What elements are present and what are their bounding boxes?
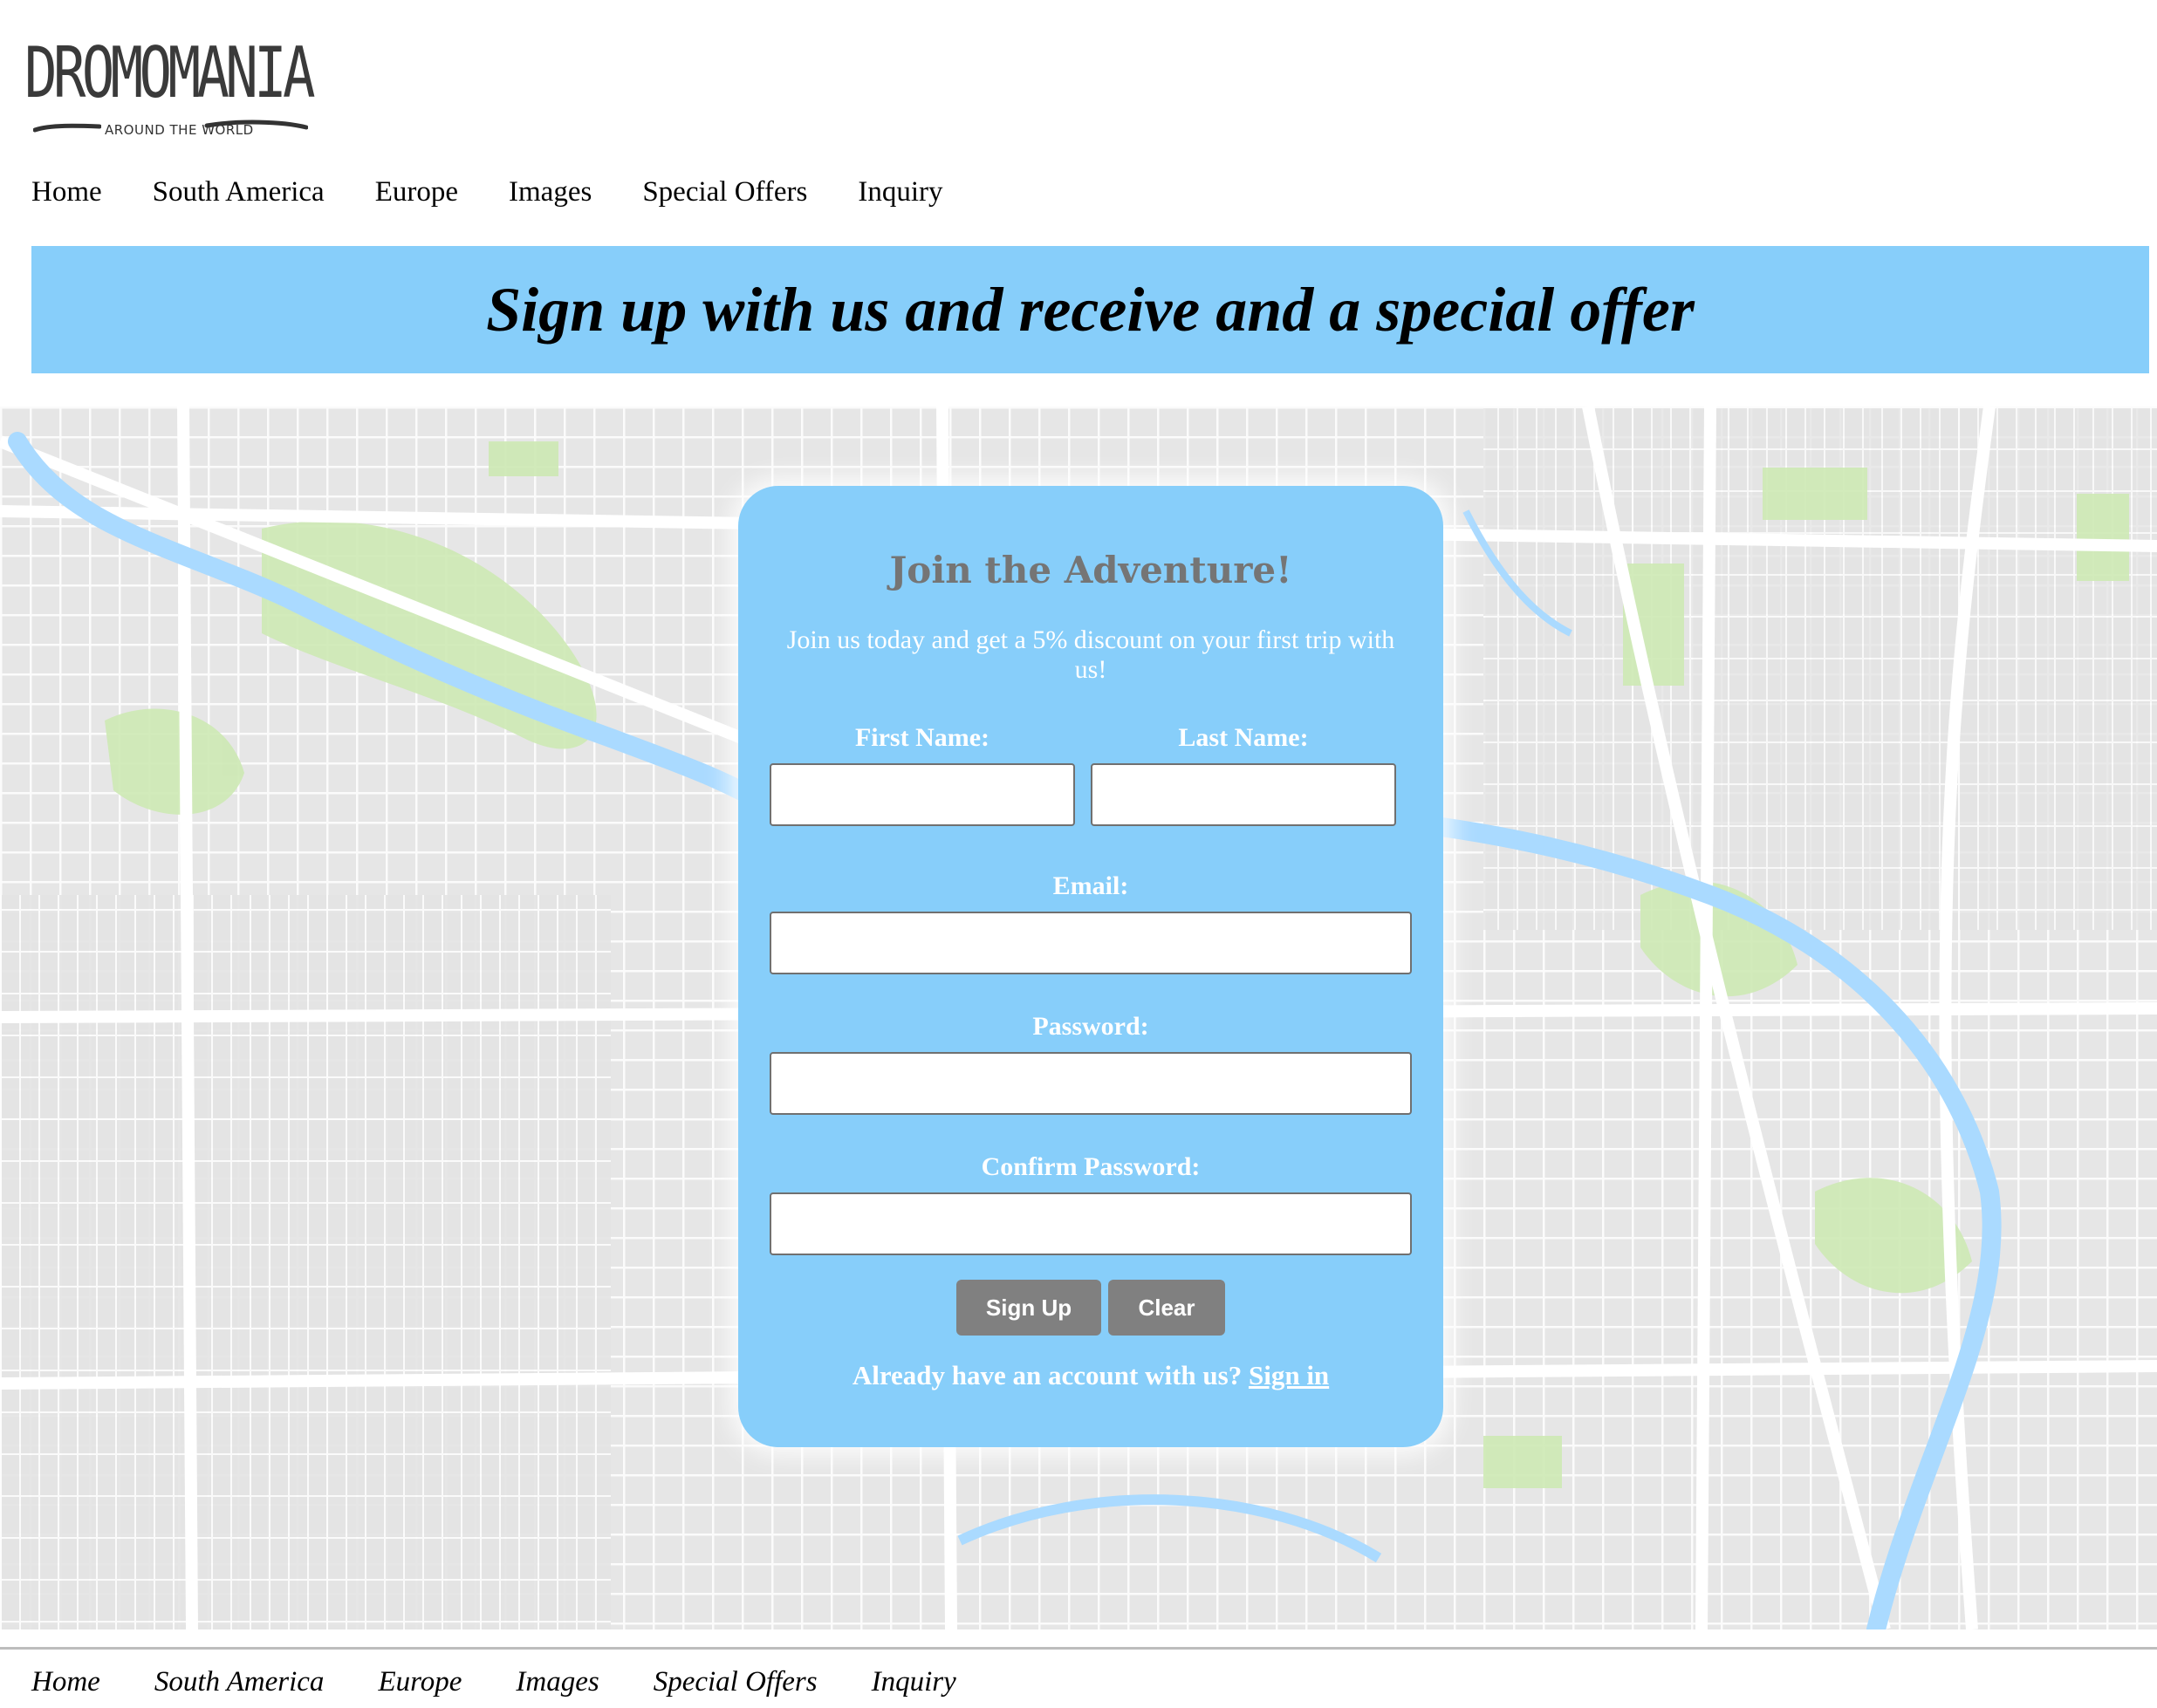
account-prompt-text: Already have an account with us? bbox=[852, 1360, 1243, 1390]
sign-up-button[interactable]: Sign Up bbox=[956, 1280, 1101, 1336]
main-nav: Home South America Europe Images Special… bbox=[31, 176, 994, 208]
confirm-password-field[interactable] bbox=[770, 1192, 1412, 1255]
password-field[interactable] bbox=[770, 1052, 1412, 1115]
first-name-field[interactable] bbox=[770, 763, 1075, 826]
nav-images[interactable]: Images bbox=[509, 176, 592, 208]
nav-inquiry[interactable]: Inquiry bbox=[858, 176, 942, 208]
footer-nav-south-america[interactable]: South America bbox=[154, 1666, 325, 1698]
email-field[interactable] bbox=[770, 912, 1412, 974]
footer-nav-special-offers[interactable]: Special Offers bbox=[654, 1666, 818, 1698]
clear-button[interactable]: Clear bbox=[1108, 1280, 1225, 1336]
site-logo[interactable]: DROMOMANIA AROUND THE WORLD bbox=[24, 31, 316, 149]
logo-wordmark: DROMOMANIA bbox=[24, 32, 316, 113]
footer-nav-europe[interactable]: Europe bbox=[378, 1666, 462, 1698]
logo-brush-stroke-right bbox=[204, 120, 308, 130]
nav-europe[interactable]: Europe bbox=[375, 176, 458, 208]
first-name-label: First Name: bbox=[854, 723, 990, 752]
last-name-field[interactable] bbox=[1091, 763, 1396, 826]
nav-special-offers[interactable]: Special Offers bbox=[642, 176, 807, 208]
promo-banner: Sign up with us and receive and a specia… bbox=[31, 246, 2149, 373]
footer-divider bbox=[0, 1647, 2157, 1650]
footer-nav-images[interactable]: Images bbox=[516, 1666, 599, 1698]
password-label: Password: bbox=[1032, 1012, 1149, 1041]
form-title: Join the Adventure! bbox=[889, 549, 1292, 591]
email-label: Email: bbox=[1052, 871, 1129, 900]
nav-south-america[interactable]: South America bbox=[153, 176, 325, 208]
nav-home[interactable]: Home bbox=[31, 176, 102, 208]
signin-prompt: Already have an account with us? Sign in bbox=[738, 1360, 1443, 1391]
footer-nav: Home South America Europe Images Special… bbox=[31, 1666, 1010, 1698]
form-intro: Join us today and get a 5% discount on y… bbox=[786, 625, 1395, 684]
confirm-password-label: Confirm Password: bbox=[981, 1152, 1201, 1181]
footer-nav-home[interactable]: Home bbox=[31, 1666, 100, 1698]
last-name-label: Last Name: bbox=[1178, 723, 1309, 752]
logo-brush-stroke-left bbox=[33, 123, 101, 133]
signup-form: Join the Adventure! Join us today and ge… bbox=[738, 486, 1443, 1447]
banner-headline: Sign up with us and receive and a specia… bbox=[486, 274, 1695, 345]
footer-nav-inquiry[interactable]: Inquiry bbox=[872, 1666, 956, 1698]
sign-in-link[interactable]: Sign in bbox=[1249, 1360, 1329, 1390]
